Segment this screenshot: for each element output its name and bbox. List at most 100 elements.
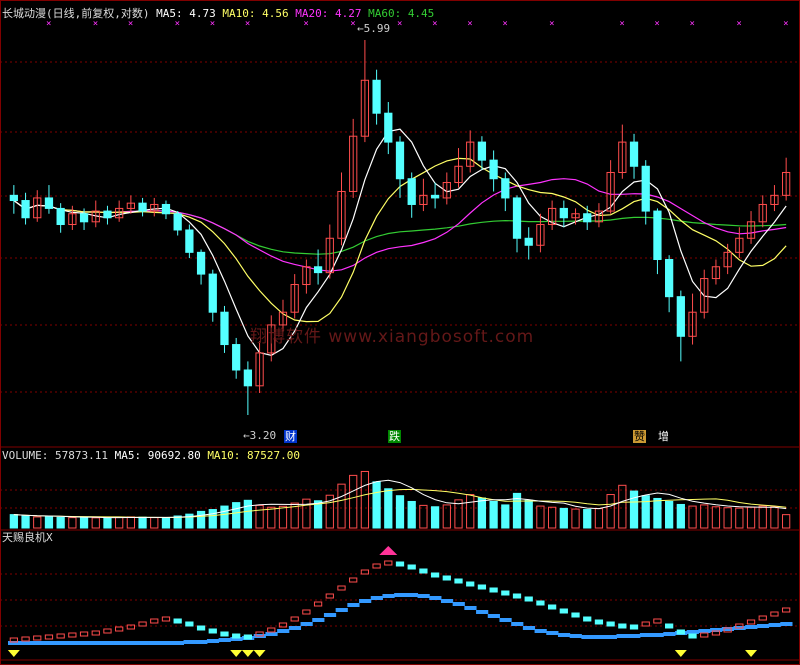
volume-bar [33,516,42,529]
indicator-block [466,581,475,587]
candle-body [489,159,498,180]
price-panel-header: 长城动漫(日线,前复权,对数) MA5: 4.73 MA10: 4.56 MA2… [2,7,434,20]
indicator-block [419,568,428,574]
indicator-baseline-segment [639,633,653,637]
volume-bar [583,509,592,529]
event-tag-increase[interactable]: 增 [658,430,669,443]
indicator-block [665,623,674,629]
indicator-block [79,631,89,637]
volume-bar [150,517,159,529]
candle-body [243,369,253,387]
volume-bar [337,483,346,529]
indicator-block [477,584,487,590]
candle-body [501,178,510,199]
indicator-block [384,560,393,566]
candle-body [407,178,416,205]
indicator-block [337,585,346,591]
indicator-baseline-segment [405,593,419,597]
volume-bar [243,499,253,529]
top-signal-marker: × [736,19,741,29]
indicator-block [489,587,498,593]
volume-bar [68,517,77,529]
candle-body [477,141,487,161]
indicator-baseline-segment [756,624,770,628]
volume-bar [606,494,615,529]
indicator-baseline-segment [148,641,161,645]
indicator-block [536,600,545,606]
candle-body [21,200,30,219]
volume-bar [477,497,487,529]
volume-bar [629,490,639,529]
candle-body [196,251,206,275]
event-tag-finance[interactable]: 财 [284,430,297,443]
indicator-block [349,577,358,583]
volume-bar [782,514,791,529]
indicator-baseline-segment [569,634,582,638]
candle-body [56,207,65,226]
volume-bar [676,503,685,529]
volume-bar [395,495,405,529]
volume-bar [115,516,124,529]
bottom-signal-triangle [745,650,758,657]
indicator-block [547,604,557,610]
volume-bar [419,504,428,529]
volume-bar [278,505,288,529]
top-signal-marker: × [46,19,51,29]
volume-bar [559,507,568,529]
volume-bar [79,516,89,529]
low-price-value: 3.20 [249,429,277,442]
top-signal-marker: × [502,19,507,29]
indicator-baseline-segment [125,641,138,645]
volume-bar [571,508,580,529]
indicator-block [313,601,323,607]
volume-bar [232,502,241,529]
indicator-block [653,618,662,624]
bottom-signal-triangle [253,650,266,657]
indicator-baseline-segment [780,622,793,626]
indicator-block [782,607,791,613]
top-signal-marker: × [549,19,554,29]
indicator-block [115,626,124,632]
indicator-block [243,634,253,640]
volume-bar [103,517,112,529]
volume-bar [407,500,416,529]
volume-bar [746,506,756,529]
volume-bar [536,505,545,529]
volume-bar [641,495,650,529]
candle-body [524,237,533,246]
top-signal-marker: × [397,19,402,29]
indicator-baseline-segment [768,623,781,627]
indicator-block [430,572,440,578]
indicator-baseline-segment [183,640,196,644]
indicator-block [758,615,767,621]
indicator-block [68,632,77,638]
volume-bar [208,509,217,529]
top-signal-marker: × [93,19,98,29]
indicator-block [196,625,206,631]
volume-bar [547,506,557,529]
indicator-baseline-segment [335,608,348,612]
volume-bar [466,494,475,529]
volume-bar [302,498,311,529]
indicator-baseline-segment [452,602,465,606]
indicator-baseline-segment [43,641,56,645]
bottom-signal-triangle [230,650,243,657]
indicator-block [325,593,334,599]
indicator-baseline-segment [417,594,430,598]
candle-body [103,210,112,219]
volume-bar [524,499,533,529]
indicator-baseline-segment [312,618,325,622]
indicator-block [688,633,697,639]
indicator-baseline-segment [476,610,489,614]
candle-body [653,210,662,261]
volume-bar [44,515,54,529]
high-price-marker: ←5.99 [357,22,391,35]
indicator-block [583,616,592,622]
event-tag-drop[interactable]: 跌 [388,430,401,443]
indicator-baseline-segment [160,641,173,645]
event-tag-praise[interactable]: 赞 [633,430,646,443]
volume-bar [688,505,697,529]
volume-bar [501,504,510,529]
indicator-block [302,609,311,615]
volume-bar [653,497,662,529]
